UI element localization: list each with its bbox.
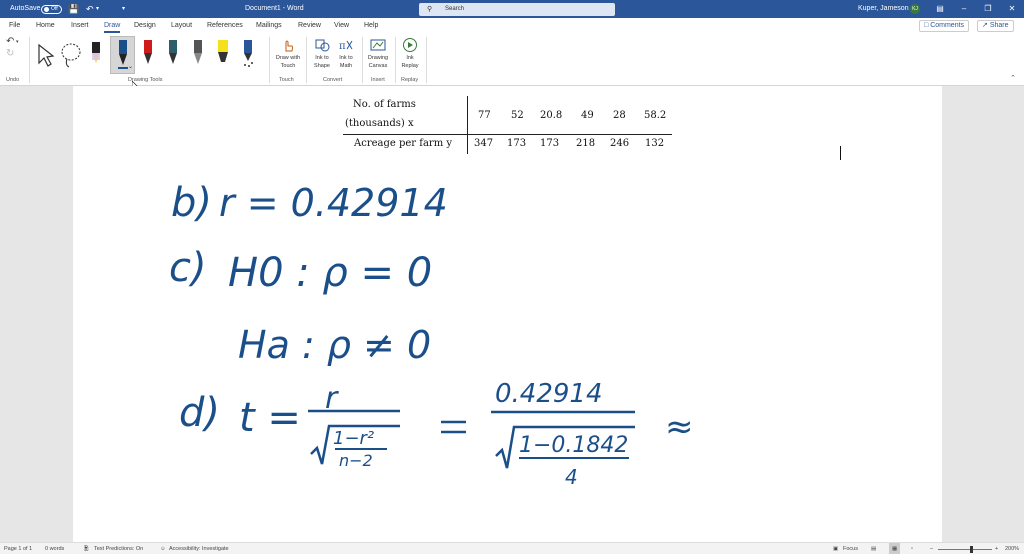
web-layout-icon[interactable]: ▫ [911, 543, 913, 554]
ink-part-d-label: d) [179, 390, 220, 436]
search-input[interactable]: ⚲ Search [419, 3, 615, 16]
ink-to-math-icon: π [339, 40, 353, 52]
focus-icon: ▣ [833, 546, 839, 552]
pen-teal-icon[interactable] [162, 37, 184, 71]
close-icon[interactable]: ✕ [1000, 0, 1024, 18]
status-bar: Page 1 of 1 0 words 🖹 Text Predictions: … [0, 542, 1024, 554]
tab-review[interactable]: Review [298, 18, 321, 34]
share-icon: ↗ [982, 22, 988, 29]
svg-text:π: π [339, 41, 346, 52]
group-label-replay: Replay [401, 77, 419, 83]
tab-home[interactable]: Home [36, 18, 55, 34]
ribbon-draw: ↶ ▾ ↻ Undo ⌄ Drawing Tools Draw with Tou… [0, 34, 1024, 86]
group-label-convert: Convert [323, 77, 343, 83]
group-label-undo: Undo [6, 77, 20, 83]
ink-part-b-label: b) [171, 180, 212, 226]
pen-options-chevron-icon[interactable]: ⌄ [128, 63, 133, 70]
tab-layout[interactable]: Layout [171, 18, 192, 34]
tab-draw[interactable]: Draw [104, 18, 121, 34]
comments-button[interactable]: □ Comments [919, 20, 970, 32]
share-button[interactable]: ↗ Share [977, 20, 1014, 32]
comment-icon: □ [924, 22, 929, 29]
ink-null-hypothesis: H0 : ρ = 0 [228, 250, 432, 296]
ink-t-equals: t = [239, 395, 301, 441]
tab-file[interactable]: File [9, 18, 20, 34]
pencil-gray-icon[interactable] [187, 37, 209, 71]
status-text-predictions[interactable]: Text Predictions: On [94, 543, 143, 554]
ink-to-shape-button[interactable]: Ink to Shape [310, 37, 334, 70]
ink-numerator-value: 0.42914 [495, 379, 603, 409]
redo-icon[interactable]: ↻ [6, 48, 14, 59]
undo-icon[interactable]: ↶ [6, 36, 14, 47]
ink-part-c-label: c) [169, 245, 207, 291]
zoom-slider-track[interactable] [938, 549, 992, 550]
customize-toolbar-icon[interactable]: ▾ [122, 0, 125, 18]
undo-dropdown-icon[interactable]: ▾ [96, 0, 99, 18]
group-label-touch: Touch [279, 77, 294, 83]
accessibility-icon: ☺ [160, 546, 166, 552]
select-objects-icon[interactable] [34, 37, 56, 71]
zoom-in-icon[interactable]: + [995, 543, 998, 554]
document-area: No. of farms (thousands) x Acreage per f… [0, 86, 1024, 542]
ink-to-shape-icon [315, 39, 330, 52]
lasso-select-icon[interactable] [60, 37, 82, 71]
ink-alt-hypothesis: Ha : ρ ≠ 0 [238, 323, 431, 367]
ink-replay-button[interactable]: Ink Replay [398, 37, 422, 70]
zoom-slider-thumb[interactable] [970, 546, 973, 553]
zoom-level[interactable]: 200% [1005, 543, 1019, 554]
tab-mailings[interactable]: Mailings [256, 18, 282, 34]
collapse-ribbon-icon[interactable]: ⌃ [1010, 74, 1016, 82]
action-pen-icon[interactable] [237, 37, 259, 71]
restore-icon[interactable]: ❐ [976, 0, 1000, 18]
ink-denominator-2-bottom: 4 [565, 465, 578, 489]
status-proofing-icon[interactable]: 🖹 [84, 543, 88, 554]
minimize-icon[interactable]: – [952, 0, 976, 18]
autosave-toggle[interactable]: Off [41, 5, 62, 14]
ink-denominator-1-top: 1−r² [333, 428, 374, 449]
pen-red-icon[interactable] [137, 37, 159, 71]
document-page[interactable]: No. of farms (thousands) x Acreage per f… [73, 86, 942, 542]
undo-dropdown-icon[interactable]: ▾ [16, 39, 19, 45]
read-mode-icon[interactable]: ▤ [871, 543, 876, 554]
ink-approx-sign: ≈ [665, 407, 694, 447]
pencil-black-icon[interactable] [85, 37, 107, 71]
touch-hand-icon [285, 40, 293, 52]
title-bar: AutoSave Off 💾 ↶ ▾ ▾ Document1 - Word ⚲ … [0, 0, 1024, 18]
tab-view[interactable]: View [334, 18, 349, 34]
tab-design[interactable]: Design [134, 18, 156, 34]
ink-denominator-2-top: 1−0.1842 [519, 433, 628, 458]
highlighter-yellow-icon[interactable] [212, 37, 234, 71]
ribbon-display-icon[interactable]: ▤ [928, 0, 952, 18]
undo-icon[interactable]: ↶ [86, 0, 94, 18]
status-page-count[interactable]: Page 1 of 1 [4, 543, 32, 554]
ink-to-math-button[interactable]: π Ink to Math [335, 37, 357, 70]
group-label-insert: Insert [371, 77, 385, 83]
search-icon: ⚲ [427, 6, 433, 13]
drawing-canvas-icon [370, 39, 386, 51]
autosave-label: AutoSave [10, 5, 41, 12]
status-word-count[interactable]: 0 words [45, 543, 64, 554]
ink-part-b-correlation: r = 0.42914 [219, 181, 448, 225]
ink-denominator-1-bottom: n−2 [339, 451, 373, 470]
zoom-out-icon[interactable]: – [930, 543, 933, 554]
tab-references[interactable]: References [207, 18, 243, 34]
drawing-canvas-button[interactable]: Drawing Canvas [364, 37, 392, 70]
play-icon [403, 38, 417, 52]
user-name[interactable]: Kuper, Jameson [858, 0, 909, 18]
status-accessibility[interactable]: Accessibility: Investigate [169, 543, 229, 554]
ribbon-tabs: File Home Insert Draw Design Layout Refe… [0, 18, 1024, 34]
print-layout-icon[interactable]: ▦ [889, 543, 901, 554]
document-title: Document1 - Word [245, 5, 304, 12]
tab-insert[interactable]: Insert [71, 18, 89, 34]
save-icon[interactable]: 💾 [68, 0, 79, 18]
tab-help[interactable]: Help [364, 18, 378, 34]
focus-button[interactable]: Focus [843, 543, 858, 554]
avatar[interactable]: KJ [910, 4, 920, 14]
draw-with-touch-button[interactable]: Draw with Touch [272, 37, 304, 70]
search-placeholder: Search [445, 6, 465, 12]
